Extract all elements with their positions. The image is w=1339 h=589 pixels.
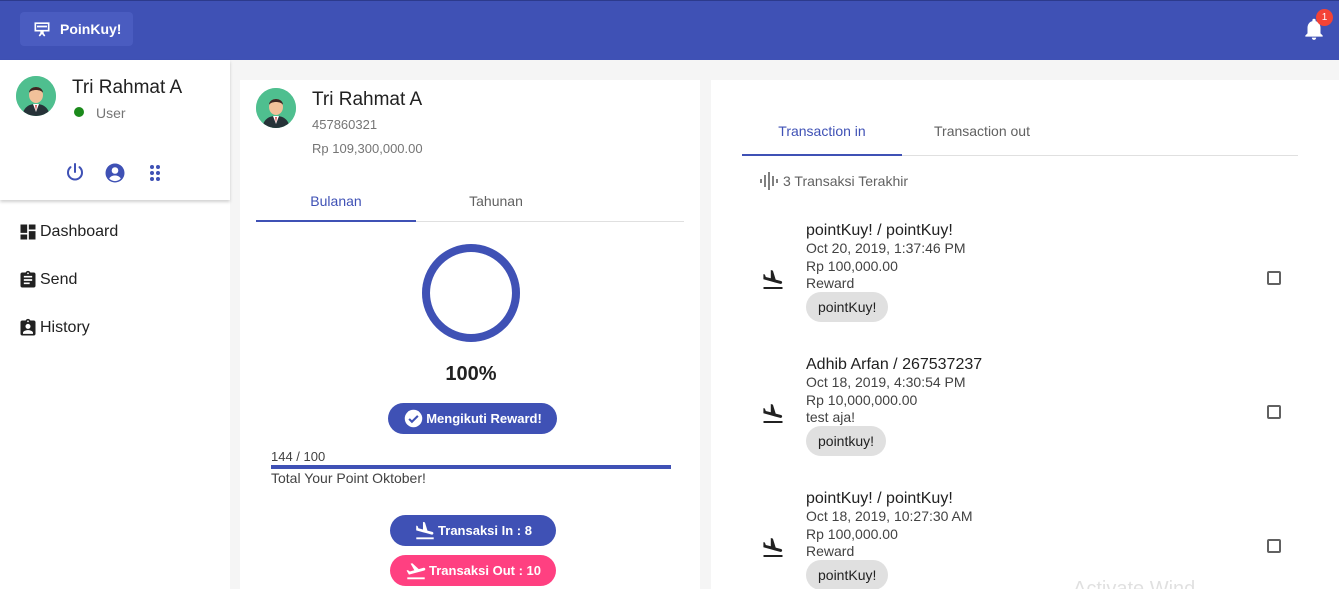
points-progress-fill xyxy=(271,465,671,469)
user-avatar-icon xyxy=(16,76,56,116)
power-icon[interactable] xyxy=(63,161,87,185)
transaction-note: Reward xyxy=(806,543,855,559)
transaksi-out-button[interactable]: Transaksi Out : 10 xyxy=(390,555,556,586)
tab-transaction-in[interactable]: Transaction in xyxy=(742,112,902,152)
transaction-chip[interactable]: pointKuy! xyxy=(806,560,889,589)
transaction-date: Oct 18, 2019, 4:30:54 PM xyxy=(806,374,966,390)
sidebar-item-dashboard[interactable]: Dashboard xyxy=(18,220,118,244)
transaksi-in-label: Transaksi In : 8 xyxy=(438,523,532,538)
sidebar-profile-card: Tri Rahmat A User xyxy=(0,60,230,200)
sidebar-item-send[interactable]: Send xyxy=(18,268,77,292)
points-caption: Total Your Point Oktober! xyxy=(271,470,426,486)
progress-percent: 100% xyxy=(445,363,497,385)
card-icon xyxy=(34,22,50,37)
list-item[interactable]: pointKuy! / pointKuy! Oct 18, 2019, 10:2… xyxy=(711,490,1339,589)
tab-tahunan[interactable]: Tahunan xyxy=(416,182,576,222)
list-item[interactable]: pointKuy! / pointKuy! Oct 20, 2019, 1:37… xyxy=(711,222,1339,332)
recent-label-text: 3 Transaksi Terakhir xyxy=(783,173,909,189)
transaction-title: Adhib Arfan / 267537237 xyxy=(806,356,983,373)
sidebar-item-label: Send xyxy=(40,271,78,288)
transaction-chip[interactable]: pointkuy! xyxy=(806,426,887,456)
online-status-dot xyxy=(74,107,84,117)
account-number: 457860321 xyxy=(312,117,378,132)
check-circle-icon xyxy=(404,409,423,428)
badge-icon xyxy=(20,318,36,336)
transactions-card: Transaction in Transaction out 3 Transak… xyxy=(711,80,1339,589)
points-value: 144 / 100 xyxy=(271,449,326,464)
transaction-checkbox[interactable] xyxy=(1267,271,1281,285)
transaction-chip[interactable]: pointKuy! xyxy=(806,292,889,322)
graphic-eq-icon xyxy=(760,172,778,190)
transaction-note: Reward xyxy=(806,275,855,291)
transaksi-out-label: Transaksi Out : 10 xyxy=(429,563,541,578)
transaction-title: pointKuy! / pointKuy! xyxy=(806,490,953,507)
reward-button[interactable]: Mengikuti Reward! xyxy=(388,403,557,434)
flight-land-icon xyxy=(763,538,783,557)
reward-button-label: Mengikuti Reward! xyxy=(426,411,542,426)
user-avatar-icon xyxy=(256,88,296,128)
flight-land-icon xyxy=(416,521,434,539)
transaction-tabs: Transaction in Transaction out xyxy=(742,112,1298,156)
transaction-date: Oct 20, 2019, 1:37:46 PM xyxy=(806,240,966,256)
transaction-amount: Rp 100,000.00 xyxy=(806,526,898,542)
transaction-title: pointKuy! / pointKuy! xyxy=(806,222,953,239)
dashboard-icon xyxy=(20,224,36,240)
transaksi-in-button[interactable]: Transaksi In : 8 xyxy=(390,515,556,546)
sidebar-user-role: User xyxy=(96,105,126,121)
account-balance: Rp 109,300,000.00 xyxy=(312,141,423,156)
brand-button[interactable]: PoinKuy! xyxy=(20,12,134,46)
avatar xyxy=(256,88,296,128)
account-name: Tri Rahmat A xyxy=(312,89,423,110)
progress-donut xyxy=(422,244,520,342)
flight-takeoff-icon xyxy=(406,562,426,579)
apps-dots-icon[interactable] xyxy=(143,161,167,185)
period-tabs: Bulanan Tahunan xyxy=(256,182,684,222)
list-item[interactable]: Adhib Arfan / 267537237 Oct 18, 2019, 4:… xyxy=(711,356,1339,466)
recent-transactions-label: 3 Transaksi Terakhir xyxy=(759,171,908,191)
sidebar-item-label: History xyxy=(40,319,90,336)
clipboard-icon xyxy=(20,270,36,288)
avatar xyxy=(16,76,56,116)
account-circle-icon[interactable] xyxy=(103,161,127,185)
active-tab-indicator xyxy=(742,154,902,156)
tab-bulanan[interactable]: Bulanan xyxy=(256,182,416,222)
brand-label: PoinKuy! xyxy=(60,21,122,37)
flight-land-icon xyxy=(763,270,783,289)
top-app-bar: PoinKuy! 1 xyxy=(0,0,1339,60)
points-progress-bar xyxy=(271,465,671,469)
sidebar-item-label: Dashboard xyxy=(40,223,119,240)
transaction-date: Oct 18, 2019, 10:27:30 AM xyxy=(806,508,973,524)
transaction-checkbox[interactable] xyxy=(1267,539,1281,553)
sidebar-item-history[interactable]: History xyxy=(18,316,90,340)
transaction-note: test aja! xyxy=(806,409,856,425)
active-tab-indicator xyxy=(256,220,416,222)
tab-transaction-out[interactable]: Transaction out xyxy=(902,112,1062,152)
notification-badge: 1 xyxy=(1316,9,1333,26)
sidebar: Tri Rahmat A User Dashboard Send History xyxy=(0,60,230,589)
activation-watermark: Activate Wind xyxy=(1073,578,1196,589)
transaction-amount: Rp 100,000.00 xyxy=(806,258,898,274)
flight-land-icon xyxy=(763,404,783,423)
transaction-checkbox[interactable] xyxy=(1267,405,1281,419)
account-summary-card: Tri Rahmat A 457860321 Rp 109,300,000.00… xyxy=(240,80,700,589)
sidebar-user-name: Tri Rahmat A xyxy=(72,77,183,98)
transaction-amount: Rp 10,000,000.00 xyxy=(806,392,918,408)
